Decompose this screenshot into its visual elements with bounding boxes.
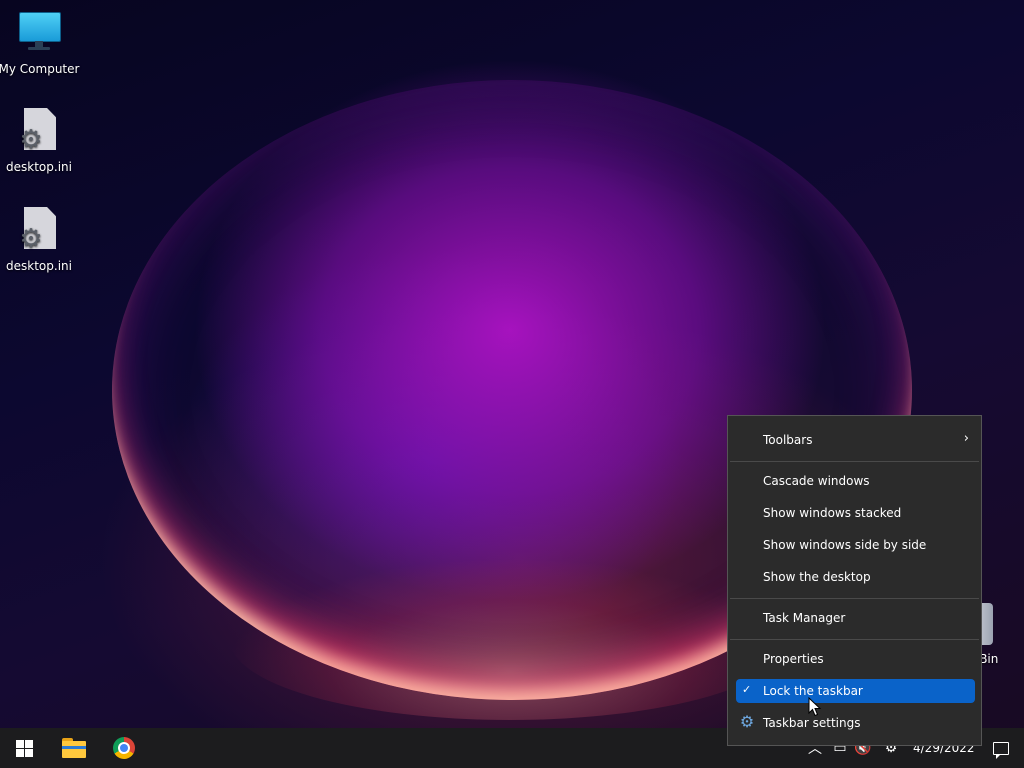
menu-item-label: Properties — [763, 652, 824, 666]
menu-item-label: Lock the taskbar — [763, 684, 863, 698]
menu-item-lock-the-taskbar[interactable]: ✓ Lock the taskbar — [736, 679, 975, 703]
chrome-icon — [113, 737, 135, 759]
taskbar-context-menu: Toolbars › Cascade windows Show windows … — [727, 415, 982, 746]
chevron-right-icon: › — [963, 431, 969, 446]
menu-item-task-manager[interactable]: Task Manager — [736, 606, 975, 630]
menu-item-properties[interactable]: Properties — [736, 647, 975, 671]
desktop[interactable]: My Computer ⚙ desktop.ini ⚙ desktop.ini … — [0, 0, 1024, 768]
notification-center-button[interactable] — [978, 728, 1024, 768]
gear-icon: ⚙ — [739, 712, 755, 731]
menu-item-taskbar-settings[interactable]: ⚙ Taskbar settings — [736, 711, 975, 735]
monitor-icon — [16, 10, 62, 56]
menu-item-label: Task Manager — [763, 611, 846, 625]
desktop-icon-label: My Computer — [0, 62, 80, 76]
menu-separator — [730, 639, 979, 640]
menu-item-show-windows-side-by-side[interactable]: Show windows side by side — [736, 533, 975, 557]
menu-separator — [730, 461, 979, 462]
menu-separator — [730, 598, 979, 599]
menu-item-label: Toolbars — [763, 433, 813, 447]
menu-item-label: Show the desktop — [763, 570, 871, 584]
menu-item-show-windows-stacked[interactable]: Show windows stacked — [736, 501, 975, 525]
menu-item-label: Show windows stacked — [763, 506, 902, 520]
menu-item-show-the-desktop[interactable]: Show the desktop — [736, 565, 975, 589]
menu-item-toolbars[interactable]: Toolbars › — [736, 428, 975, 452]
file-explorer-button[interactable] — [50, 728, 98, 768]
file-explorer-icon — [62, 738, 86, 758]
start-icon — [15, 739, 33, 757]
menu-item-cascade-windows[interactable]: Cascade windows — [736, 469, 975, 493]
wallpaper-glow — [230, 560, 790, 720]
start-button[interactable] — [0, 728, 48, 768]
checkmark-icon: ✓ — [742, 683, 752, 696]
menu-item-label: Show windows side by side — [763, 538, 927, 552]
desktop-icon-desktop-ini[interactable]: ⚙ desktop.ini — [0, 207, 78, 273]
ini-file-icon: ⚙ — [16, 108, 62, 154]
chrome-button[interactable] — [100, 728, 148, 768]
ini-file-icon: ⚙ — [16, 207, 62, 253]
desktop-icon-label: desktop.ini — [6, 160, 72, 174]
menu-item-label: Cascade windows — [763, 474, 870, 488]
desktop-icon-my-computer[interactable]: My Computer — [0, 10, 80, 76]
desktop-icon-desktop-ini[interactable]: ⚙ desktop.ini — [0, 108, 78, 174]
notification-icon — [993, 741, 1009, 759]
menu-item-label: Taskbar settings — [763, 716, 861, 730]
desktop-icon-label: desktop.ini — [6, 259, 72, 273]
